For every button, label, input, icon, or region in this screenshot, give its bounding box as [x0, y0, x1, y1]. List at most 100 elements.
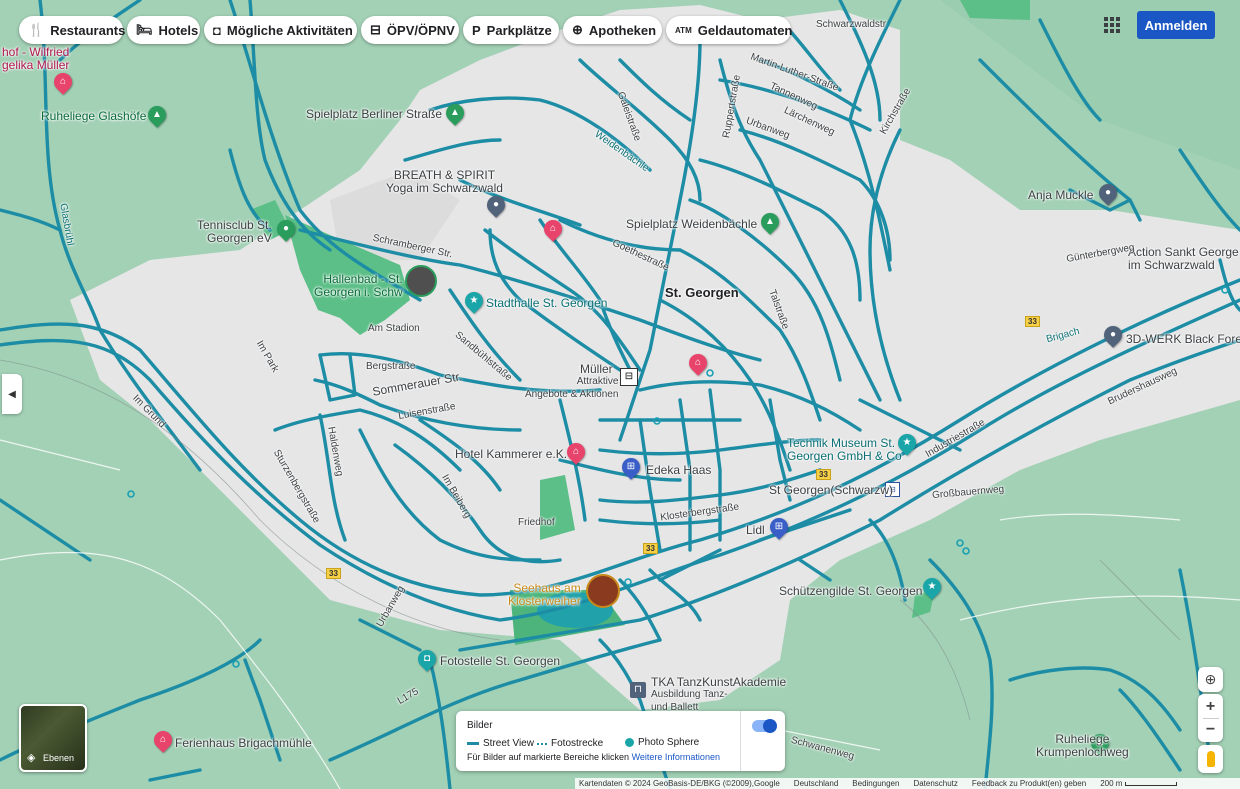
chip-parkplaetze[interactable]: P Parkplätze [463, 16, 559, 44]
chip-label: Hotels [158, 22, 199, 38]
chip-aktivitaeten[interactable]: ◘ Mögliche Aktivitäten [204, 16, 357, 44]
my-location-button[interactable]: ⊕ [1198, 667, 1223, 692]
chip-label: Geldautomaten [697, 22, 793, 38]
legend-hint: Für Bilder auf markierte Bereiche klicke… [467, 752, 720, 762]
feedback-link[interactable]: Feedback zu Produkt(en) geben [972, 779, 1086, 788]
place-label[interactable]: Stadthalle St. Georgen [486, 297, 607, 310]
imagery-toggle[interactable] [752, 719, 777, 733]
school-icon[interactable]: ⊓ [630, 682, 646, 698]
chip-hotels[interactable]: 🛏 Hotels [127, 16, 200, 44]
shop-pin[interactable]: ⊞ [766, 514, 792, 540]
legend-item: Street View [467, 738, 534, 749]
scale-label[interactable]: 200 m [1100, 779, 1178, 788]
place-label[interactable]: Fotostelle St. Georgen [440, 655, 560, 668]
place-label[interactable]: Seehaus am Klosterweiher [508, 582, 581, 608]
zoom-controls: + − [1198, 694, 1223, 742]
legend-item: Fotostrecke [537, 738, 603, 749]
bed-icon: 🛏 [136, 22, 153, 37]
chip-oepnv[interactable]: ⊟ ÖPV/ÖPNV [361, 16, 459, 44]
place-label[interactable]: Ruheliege Glashöfe [41, 110, 146, 123]
seehaus-photo-pin[interactable] [586, 574, 620, 608]
place-label[interactable]: Ruheliege Krumpenlochweg [1036, 733, 1129, 759]
place-label[interactable]: Edeka Haas [646, 464, 711, 477]
place-label[interactable]: Hallenbad - St. Georgen i. Schw [314, 273, 403, 299]
place-label[interactable]: St Georgen(Schwarzw) [769, 484, 893, 497]
atm-icon: ATM [675, 25, 692, 35]
photo-path-icon [537, 742, 547, 745]
zoom-out-button[interactable]: − [1206, 719, 1215, 741]
apps-grid-icon[interactable] [1104, 17, 1120, 33]
place-pin[interactable]: ● [1100, 322, 1126, 348]
street-label: Schwarzwaldstr [816, 19, 887, 30]
route-shield: 33 [1025, 316, 1040, 327]
club-pin[interactable]: ★ [919, 574, 945, 600]
camera-icon: ◘ [213, 22, 221, 38]
place-label[interactable]: Schützengilde St. Georgen [779, 585, 922, 598]
attribution-bar: Kartendaten © 2024 GeoBasis-DE/BKG (©200… [575, 778, 1240, 789]
chip-label: Parkplätze [486, 22, 552, 38]
chip-label: Mögliche Aktivitäten [226, 22, 353, 38]
street-label: Am Stadion [368, 323, 420, 334]
chip-restaurants[interactable]: 🍴 Restaurants [19, 16, 126, 44]
route-shield: 33 [326, 568, 341, 579]
place-label[interactable]: Lidl [746, 524, 765, 537]
pegman-button[interactable] [1198, 745, 1223, 773]
map-canvas[interactable] [0, 0, 1240, 789]
zoom-in-button[interactable]: + [1206, 696, 1215, 718]
hotel-pin[interactable]: ⌂ [685, 350, 711, 376]
photo-sphere-icon [625, 738, 634, 747]
place-pin[interactable]: ● [483, 192, 509, 218]
shop-pin[interactable]: ⊞ [618, 454, 644, 480]
camera-pin[interactable]: ◘ [414, 646, 440, 672]
tennis-pin[interactable]: ● [273, 216, 299, 242]
street-label: Friedhof [518, 517, 555, 528]
place-label[interactable]: Spielplatz Berliner Straße [306, 108, 442, 121]
more-info-link[interactable]: Weitere Informationen [632, 752, 720, 762]
chip-geldautomaten[interactable]: ATM Geldautomaten [666, 16, 793, 44]
place-pin[interactable]: ● [1095, 180, 1121, 206]
place-label[interactable]: Action Sankt George im Schwarzwald [1128, 246, 1239, 272]
imagery-legend: Bilder Street View Fotostrecke Photo Sph… [456, 711, 785, 771]
hotel-kammerer-pin[interactable]: ⌂ [563, 439, 589, 465]
fork-knife-icon: 🍴 [28, 22, 45, 37]
chip-label: Apotheken [588, 22, 657, 38]
hotel-pin[interactable]: ⌂ [50, 69, 76, 95]
chip-apotheken[interactable]: ⊕ Apotheken [563, 16, 662, 44]
attribution-text: Kartendaten © 2024 GeoBasis-DE/BKG (©200… [579, 779, 780, 788]
place-label[interactable]: Technik Museum St. Georgen GmbH & Co [787, 437, 902, 463]
playground-pin[interactable]: ▲ [757, 209, 783, 235]
chip-label: ÖPV/ÖPNV [386, 22, 455, 38]
place-label[interactable]: Hotel Kammerer e.K. [455, 448, 567, 461]
transit-icon: ⊟ [370, 22, 381, 37]
street-label: Bergstraße [366, 361, 416, 372]
country-link[interactable]: Deutschland [794, 779, 838, 788]
place-label[interactable]: Tennisclub St. Georgen eV [197, 219, 272, 245]
route-shield: 33 [643, 543, 658, 554]
place-label[interactable]: Spielplatz Weidenbächle [626, 218, 757, 231]
place-label[interactable]: Ferienhaus Brigachmühle [175, 737, 312, 750]
legend-title: Bilder [467, 720, 493, 731]
place-label[interactable]: BREATH & SPIRIT Yoga im Schwarzwald [386, 169, 503, 195]
chevron-left-icon: ◀ [8, 388, 16, 400]
stadthalle-pin[interactable]: ★ [461, 288, 487, 314]
bus-stop-icon[interactable]: ⊟ [620, 368, 638, 386]
layers-label: Ebenen [43, 753, 75, 763]
hotel-pin[interactable]: ⌂ [150, 727, 176, 753]
chip-label: Restaurants [50, 22, 126, 38]
pegman-icon [1206, 751, 1215, 767]
place-label[interactable]: Anja Muckle [1028, 189, 1093, 202]
pharmacy-icon: ⊕ [572, 22, 583, 37]
playground-pin[interactable]: ▲ [442, 100, 468, 126]
terms-link[interactable]: Bedingungen [852, 779, 899, 788]
layers-icon: ◈ [27, 752, 36, 764]
privacy-link[interactable]: Datenschutz [913, 779, 957, 788]
place-label[interactable]: hof - Wilfried gelika Müller [2, 46, 69, 72]
scale-bar [1125, 781, 1178, 786]
hallenbad-photo-pin[interactable] [405, 265, 437, 297]
signin-button[interactable]: Anmelden [1137, 11, 1215, 39]
hotel-pin[interactable]: ⌂ [540, 216, 566, 242]
layers-button[interactable]: ◈ Ebenen [19, 704, 87, 772]
collapse-panel-button[interactable]: ◀ [2, 374, 22, 414]
place-label[interactable]: 3D-WERK Black Fores [1126, 333, 1240, 346]
park-pin[interactable]: ▲ [144, 102, 170, 128]
